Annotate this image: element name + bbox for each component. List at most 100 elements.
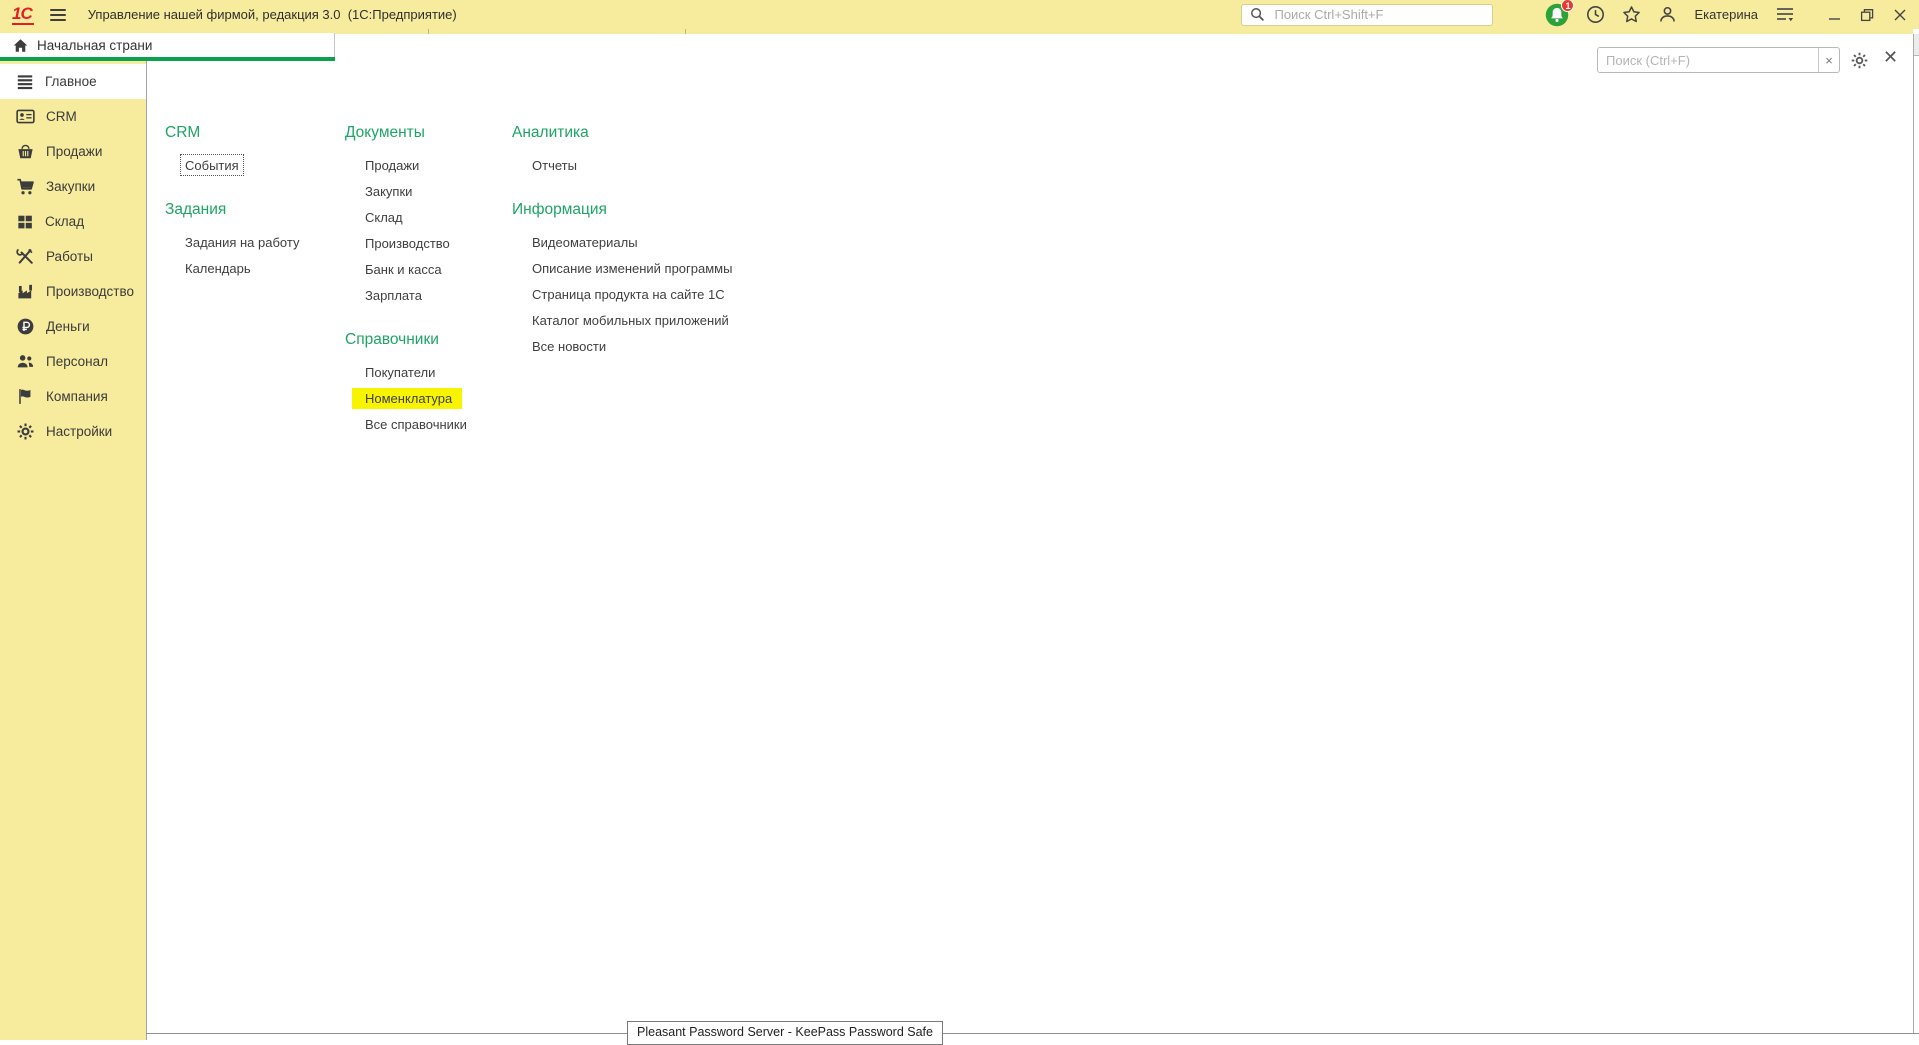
menu-link-kalendar[interactable]: Календарь bbox=[185, 255, 251, 281]
sidebar-item-zakupki[interactable]: Закупки bbox=[0, 169, 146, 204]
gear-icon bbox=[16, 422, 35, 441]
user-button[interactable] bbox=[1658, 5, 1677, 24]
sidebar-item-label: Главное bbox=[45, 74, 97, 89]
close-page-button[interactable]: ✕ bbox=[1883, 47, 1898, 67]
clear-search-button[interactable]: × bbox=[1818, 48, 1839, 72]
tools-icon bbox=[16, 247, 35, 266]
sidebar-item-label: Закупки bbox=[46, 179, 95, 194]
main-menu-icon[interactable] bbox=[50, 6, 66, 24]
restore-button[interactable] bbox=[1860, 8, 1874, 22]
menu-link-pokupateli[interactable]: Покупатели bbox=[365, 359, 435, 385]
cart-icon bbox=[16, 177, 35, 196]
sidebar-item-kompaniya[interactable]: Компания bbox=[0, 379, 146, 414]
sidebar-item-label: Настройки bbox=[46, 424, 112, 439]
menu-link-vse-novosti[interactable]: Все новости bbox=[532, 333, 606, 359]
form-settings-button[interactable] bbox=[1850, 51, 1869, 70]
sidebar-item-label: Склад bbox=[45, 214, 84, 229]
home-icon bbox=[13, 38, 28, 53]
sidebar-item-crm[interactable]: CRM bbox=[0, 99, 146, 134]
sidebar-item-dengi[interactable]: Деньги bbox=[0, 309, 146, 344]
sidebar-item-raboty[interactable]: Работы bbox=[0, 239, 146, 274]
sidebar-item-label: Персонал bbox=[46, 354, 108, 369]
section-title-crm: CRM bbox=[165, 120, 299, 146]
search-icon bbox=[1250, 7, 1265, 22]
notification-badge: 1 bbox=[1561, 0, 1574, 12]
sidebar-right-border bbox=[146, 61, 147, 1040]
factory-icon bbox=[16, 282, 35, 301]
sidebar-item-personal[interactable]: Персонал bbox=[0, 344, 146, 379]
content-bottom-border bbox=[146, 1033, 1919, 1034]
scrollbar-top-cap bbox=[1914, 34, 1919, 56]
tab-separator bbox=[428, 29, 429, 34]
ruble-coin-icon bbox=[16, 317, 35, 336]
taskbar-tooltip: Pleasant Password Server - KeePass Passw… bbox=[627, 1021, 943, 1045]
user-name[interactable]: Екатерина bbox=[1694, 7, 1758, 22]
content-search[interactable]: × bbox=[1597, 47, 1840, 73]
sidebar-item-label: Деньги bbox=[46, 319, 90, 334]
tab-home-page[interactable]: Начальная страни bbox=[0, 33, 335, 57]
menu-link-nomenklatura[interactable]: Номенклатура bbox=[365, 385, 452, 411]
basket-icon bbox=[16, 142, 35, 161]
people-icon bbox=[16, 352, 35, 371]
menu-column-1: CRM События Задания Задания на работу Ка… bbox=[165, 120, 299, 281]
sidebar-item-label: Работы bbox=[46, 249, 93, 264]
sidebar: Главное CRM Продажи Закупки Склад bbox=[0, 61, 146, 1040]
content-search-input[interactable] bbox=[1598, 48, 1818, 72]
sidebar-item-label: Продажи bbox=[46, 144, 102, 159]
sidebar-item-sklad[interactable]: Склад bbox=[0, 204, 146, 239]
service-menu-button[interactable] bbox=[1775, 6, 1795, 23]
star-icon bbox=[1622, 5, 1641, 24]
section-title-catalogs: Справочники bbox=[345, 327, 467, 353]
menu-link-katalog-prilozheniy[interactable]: Каталог мобильных приложений bbox=[532, 307, 729, 333]
menu-link-zakupki[interactable]: Закупки bbox=[365, 178, 412, 204]
flag-icon bbox=[16, 387, 35, 406]
sidebar-item-label: Компания bbox=[46, 389, 108, 404]
section-title-documents: Документы bbox=[345, 120, 467, 146]
menu-icon bbox=[16, 73, 34, 91]
1c-logo: 1С bbox=[12, 5, 34, 25]
notifications-button[interactable]: 1 bbox=[1545, 3, 1569, 27]
app-title: Управление нашей фирмой, редакция 3.0 (1… bbox=[88, 7, 457, 22]
menu-link-proizvodstvo[interactable]: Производство bbox=[365, 230, 450, 256]
gear-icon bbox=[1850, 51, 1869, 70]
close-icon bbox=[1893, 8, 1907, 22]
section-title-tasks: Задания bbox=[165, 197, 299, 223]
sidebar-item-proizvodstvo[interactable]: Производство bbox=[0, 274, 146, 309]
menu-column-3: Аналитика Отчеты Информация Видеоматериа… bbox=[512, 120, 732, 359]
menu-link-zadaniya-na-rabotu[interactable]: Задания на работу bbox=[185, 229, 299, 255]
close-window-button[interactable] bbox=[1893, 8, 1907, 22]
restore-icon bbox=[1860, 8, 1874, 22]
clock-icon bbox=[1586, 5, 1605, 24]
menu-link-prodazhi[interactable]: Продажи bbox=[365, 152, 419, 178]
global-search[interactable] bbox=[1241, 4, 1493, 26]
favorites-button[interactable] bbox=[1622, 5, 1641, 24]
menu-link-otchety[interactable]: Отчеты bbox=[532, 152, 577, 178]
contact-card-icon bbox=[16, 107, 35, 126]
sidebar-item-nastroyki[interactable]: Настройки bbox=[0, 414, 146, 449]
history-button[interactable] bbox=[1586, 5, 1605, 24]
tab-home-label: Начальная страни bbox=[37, 38, 152, 53]
service-menu-icon bbox=[1775, 6, 1795, 23]
content-right-border bbox=[1913, 34, 1914, 1033]
minimize-button[interactable] bbox=[1828, 8, 1841, 21]
menu-link-videomaterialy[interactable]: Видеоматериалы bbox=[532, 229, 638, 255]
title-bar: 1С Управление нашей фирмой, редакция 3.0… bbox=[0, 0, 1919, 29]
sidebar-item-prodazhi[interactable]: Продажи bbox=[0, 134, 146, 169]
menu-link-opisanie-izmeneniy[interactable]: Описание изменений программы bbox=[532, 255, 732, 281]
menu-link-zarplata[interactable]: Зарплата bbox=[365, 282, 422, 308]
menu-link-sobytiya[interactable]: События bbox=[185, 152, 239, 178]
menu-link-sklad[interactable]: Склад bbox=[365, 204, 403, 230]
sidebar-item-glavnoe[interactable]: Главное bbox=[0, 64, 146, 99]
boxes-icon bbox=[16, 213, 34, 231]
global-search-input[interactable] bbox=[1272, 6, 1484, 23]
menu-link-stranica-produkta[interactable]: Страница продукта на сайте 1С bbox=[532, 281, 725, 307]
minimize-icon bbox=[1828, 8, 1841, 21]
sidebar-item-label: Производство bbox=[46, 284, 134, 299]
section-title-information: Информация bbox=[512, 197, 732, 223]
user-icon bbox=[1658, 5, 1677, 24]
menu-link-bank-i-kassa[interactable]: Банк и касса bbox=[365, 256, 442, 282]
tab-separator bbox=[685, 29, 686, 34]
sidebar-item-label: CRM bbox=[46, 109, 77, 124]
menu-column-2: Документы Продажи Закупки Склад Производ… bbox=[345, 120, 467, 437]
menu-link-vse-spravochniki[interactable]: Все справочники bbox=[365, 411, 467, 437]
